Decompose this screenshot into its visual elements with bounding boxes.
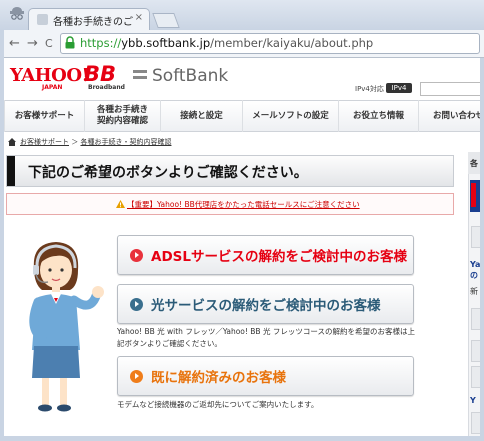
url-text[interactable]: https://ybb.softbank.jp/member/kaiyaku/a…: [80, 36, 373, 50]
url-path: /member/kaiyaku/about.php: [210, 36, 374, 50]
forward-icon[interactable]: →: [27, 36, 38, 51]
url-scheme: https://: [80, 36, 122, 50]
ipv4-label: IPv4対応: [355, 85, 384, 93]
warning-icon: [116, 200, 125, 208]
window-frame-right: [480, 58, 484, 436]
softbank-logo[interactable]: SoftBank: [152, 66, 228, 86]
hikari-cancel-button[interactable]: 光サービスの解約をご検討中のお客様: [117, 284, 414, 324]
nav-connection-settings[interactable]: 接続と設定: [160, 100, 242, 132]
breadcrumb-item[interactable]: 各種お手続き・契約内容確認: [80, 138, 171, 146]
arrow-right-icon: [130, 369, 143, 383]
already-cancelled-button[interactable]: 既に解約済みのお客様: [117, 356, 414, 396]
breadcrumb: お客様サポート ＞ 各種お手続き・契約内容確認: [10, 137, 171, 147]
bb-logo[interactable]: BB: [84, 62, 116, 86]
return-description: モデムなど接続機器のご返却先についてご案内いたします。: [117, 400, 319, 409]
tab-close-icon[interactable]: ×: [135, 12, 143, 23]
sidebar-text: 各: [470, 159, 478, 168]
nav-label: メールソフトの設定: [252, 110, 329, 121]
breadcrumb-item[interactable]: お客様サポート: [20, 138, 69, 146]
button-label: 光サービスの解約をご検討中のお客様: [151, 298, 381, 314]
button-label: ADSLサービスの解約をご検討中のお客様: [151, 249, 407, 265]
page-title: 下記のご希望のボタンよりご確認ください。: [28, 165, 308, 181]
browser-tab[interactable]: 各種お手続きのご案内 | ×: [28, 8, 150, 30]
site-search-input[interactable]: [420, 82, 484, 96]
nav-label: お問い合わせ: [433, 110, 484, 121]
sidebar-banner-accent: [471, 183, 476, 207]
yahoo-japan-label: JAPAN: [42, 84, 63, 91]
nav-label: お客様サポート: [14, 110, 75, 121]
favicon-icon: [37, 14, 48, 25]
nav-contact[interactable]: お問い合わせ: [418, 100, 484, 132]
button-label: 既に解約済みのお客様: [151, 370, 286, 386]
heading-accent-bar: [7, 156, 15, 186]
incognito-user-icon: [10, 7, 24, 20]
back-icon[interactable]: ←: [9, 36, 20, 51]
adsl-cancel-button[interactable]: ADSLサービスの解約をご検討中のお客様: [117, 235, 414, 275]
notice-link[interactable]: 【重要】Yahoo! BB代理店をかたった電話セールスにご注意ください: [127, 199, 360, 210]
url-host: ybb.softbank.jp: [121, 36, 211, 50]
sidebar-link[interactable]: Ya: [470, 260, 480, 269]
breadcrumb-separator: ＞: [71, 138, 79, 146]
window-frame-bottom: [0, 436, 484, 441]
arrow-right-icon: [130, 297, 143, 311]
nav-mail-settings[interactable]: メールソフトの設定: [242, 100, 338, 132]
softbank-logo-icon: [133, 70, 147, 79]
nav-label: お役立ち情報: [352, 110, 404, 121]
sidebar-text: 新: [470, 287, 478, 296]
arrow-right-icon: [130, 248, 143, 262]
window-frame-left: [0, 30, 4, 441]
ipv4-badge: IPv4: [386, 83, 412, 93]
broadband-label: Broadband: [88, 84, 125, 91]
sidebar-link[interactable]: の: [470, 270, 478, 281]
nav-procedures[interactable]: 各種お手続き 契約内容確認: [84, 100, 160, 132]
sidebar-link[interactable]: Y: [470, 396, 476, 405]
yahoo-logo[interactable]: YAHOO!: [10, 65, 89, 86]
tab-title: 各種お手続きのご案内 |: [53, 17, 133, 28]
nav-useful-info[interactable]: お役立ち情報: [338, 100, 418, 132]
operator-illustration: [29, 242, 104, 412]
nav-label: 接続と設定: [180, 110, 223, 121]
nav-label: 各種お手続き 契約内容確認: [96, 105, 148, 126]
lock-icon: [65, 36, 75, 49]
hikari-description: Yahoo! BB 光 with フレッツ／Yahoo! BB 光 フレッツコー…: [117, 327, 415, 348]
reload-icon[interactable]: C: [45, 37, 53, 50]
nav-customer-support[interactable]: お客様サポート: [4, 100, 84, 132]
